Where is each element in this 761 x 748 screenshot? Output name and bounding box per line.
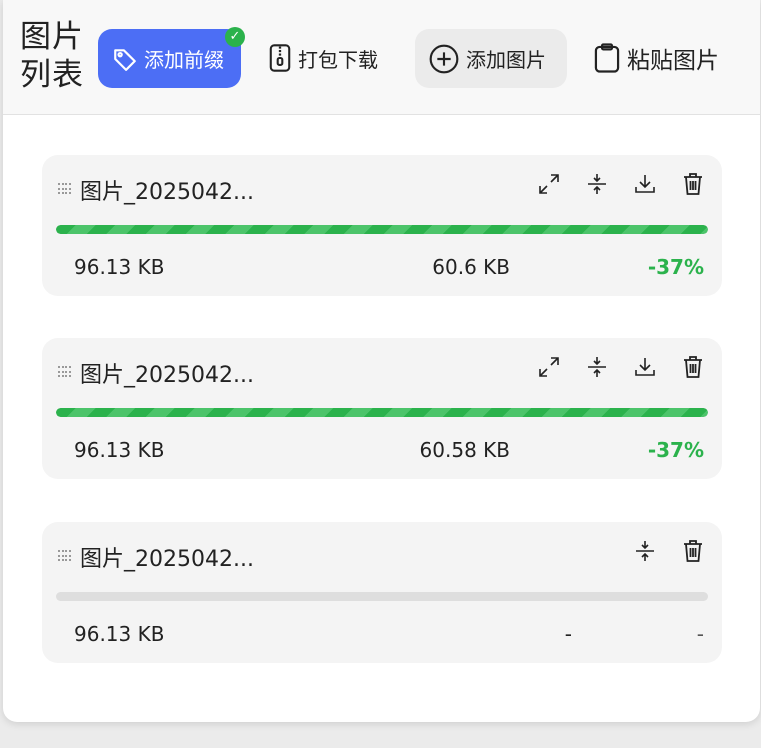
compressed-size: 60.58 KB [419, 438, 510, 462]
original-size: 96.13 KB [74, 438, 165, 462]
zip-file-icon [268, 43, 292, 73]
header: 图片列表 添加前缀 ✓ 打包下载 添加图片 粘贴图片 [3, 0, 760, 115]
drag-handle-icon[interactable] [58, 183, 72, 195]
compression-ratio: - [696, 622, 704, 646]
clipboard-icon [593, 42, 621, 74]
expand-icon[interactable] [536, 171, 562, 197]
plus-circle-icon [428, 43, 460, 75]
image-card: 图片_2025042... 96.13 KB 60.6 KB -37% [42, 155, 722, 296]
trash-icon[interactable] [680, 354, 706, 380]
add-image-label: 添加图片 [466, 48, 546, 72]
add-prefix-label: 添加前缀 [144, 48, 224, 72]
card-actions [536, 171, 706, 197]
drag-handle-icon[interactable] [58, 550, 72, 562]
page-title: 图片列表 [20, 19, 84, 93]
card-actions [632, 538, 706, 564]
compressed-size: 60.6 KB [432, 255, 510, 279]
add-image-button[interactable]: 添加图片 [415, 29, 567, 88]
original-size: 96.13 KB [74, 255, 165, 279]
paste-image-label: 粘贴图片 [627, 48, 719, 74]
card-actions [536, 354, 706, 380]
zip-download-button[interactable]: 打包下载 [268, 40, 378, 76]
image-name: 图片_2025042... [80, 363, 254, 388]
image-name: 图片_2025042... [80, 180, 254, 205]
original-size: 96.13 KB [74, 622, 165, 646]
trash-icon[interactable] [680, 171, 706, 197]
trash-icon[interactable] [680, 538, 706, 564]
download-icon[interactable] [632, 354, 658, 380]
check-icon: ✓ [225, 27, 245, 47]
add-prefix-button[interactable]: 添加前缀 ✓ [98, 27, 245, 88]
compression-ratio: -37% [647, 255, 704, 279]
progress-bar [56, 592, 708, 601]
paste-image-button[interactable]: 粘贴图片 [593, 40, 719, 76]
image-list-panel: 图片列表 添加前缀 ✓ 打包下载 添加图片 粘贴图片 图片_2025042...… [3, 0, 760, 722]
compress-icon[interactable] [632, 538, 658, 564]
expand-icon[interactable] [536, 354, 562, 380]
compress-icon[interactable] [584, 354, 610, 380]
download-icon[interactable] [632, 171, 658, 197]
tag-icon [112, 46, 138, 72]
image-name: 图片_2025042... [80, 547, 254, 572]
image-card: 图片_2025042... 96.13 KB - - [42, 522, 722, 663]
zip-download-label: 打包下载 [298, 47, 378, 72]
progress-bar [56, 408, 708, 417]
compress-icon[interactable] [584, 171, 610, 197]
image-card: 图片_2025042... 96.13 KB 60.58 KB -37% [42, 338, 722, 479]
drag-handle-icon[interactable] [58, 366, 72, 378]
progress-bar [56, 225, 708, 234]
compression-ratio: -37% [647, 438, 704, 462]
compressed-size: - [564, 622, 572, 646]
